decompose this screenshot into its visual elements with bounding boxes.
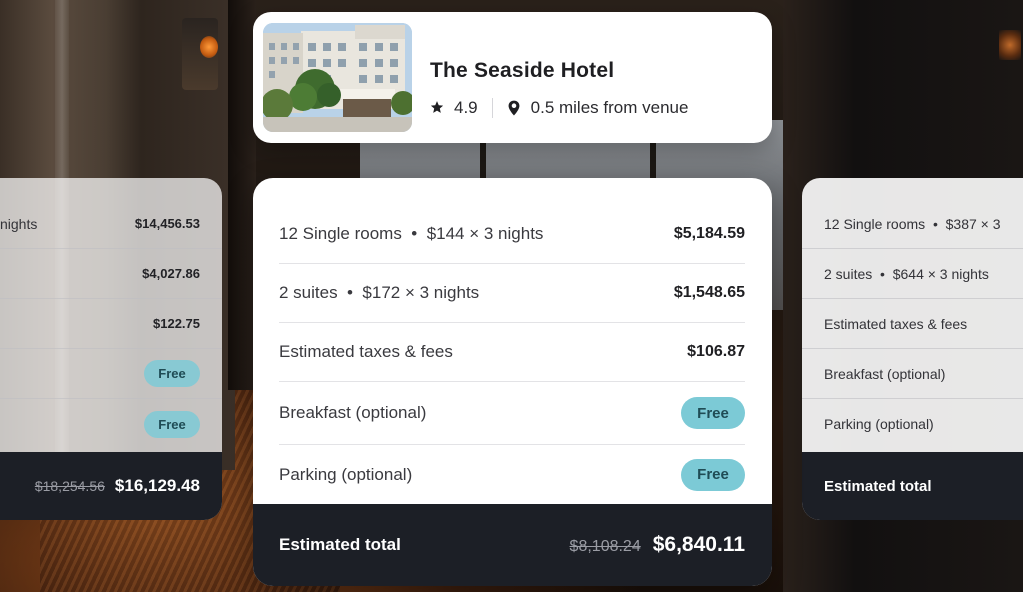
discounted-total: $16,129.48: [114, 476, 200, 495]
row-label: Breakfast (optional): [279, 403, 427, 422]
star-icon: [430, 100, 446, 116]
original-total: $18,254.56: [34, 478, 105, 494]
row-amount: $5,184.59: [673, 225, 745, 242]
row-label: Parking (optional): [824, 416, 934, 432]
free-badge: Free: [681, 397, 745, 429]
row-label: Breakfast (optional): [824, 365, 946, 382]
price-row: nights $14,456.53: [0, 199, 222, 249]
total-label: Estimated total: [824, 477, 932, 495]
price-row-breakfast: Breakfast (optional) Free: [279, 382, 745, 445]
hotel-distance: 0.5 miles from venue: [530, 98, 689, 117]
price-breakdown-card: 12 Single rooms • $144 × 3 nights $5,184…: [253, 178, 772, 586]
hotel-name: The Seaside Hotel: [430, 59, 615, 82]
price-row: $122.75: [0, 299, 222, 349]
price-row: 12 Single rooms • $387 × 3: [802, 199, 1023, 249]
row-label: nights: [0, 215, 38, 232]
total-bar: Estimated total: [802, 452, 1023, 520]
row-amount: $14,456.53: [134, 216, 200, 231]
row-label: 2 suites • $172 × 3 nights: [279, 283, 480, 302]
location-pin-icon: [507, 100, 523, 116]
meta-divider: [491, 98, 493, 118]
price-row-suites: 2 suites • $172 × 3 nights $1,548.65: [279, 264, 745, 323]
estimated-total-bar: Estimated total $8,108.24 $6,840.11: [253, 504, 772, 586]
total-bar: $18,254.56 $16,129.48: [0, 452, 222, 520]
price-row-parking: Parking (optional) Free: [279, 445, 745, 504]
price-row-taxes: Estimated taxes & fees $106.87: [279, 323, 745, 382]
total-values: $8,108.24 $6,840.11: [570, 533, 745, 557]
hotel-photo: [263, 23, 412, 132]
price-row: Parking (optional): [802, 399, 1023, 449]
row-label: Estimated taxes & fees: [279, 342, 453, 361]
free-badge: Free: [681, 458, 745, 491]
price-row-single-rooms: 12 Single rooms • $144 × 3 nights $5,184…: [279, 205, 745, 264]
row-amount: $106.87: [687, 343, 745, 360]
row-label: Estimated taxes & fees: [824, 315, 968, 332]
price-row: Free: [0, 349, 222, 399]
price-row: Estimated taxes & fees: [802, 299, 1023, 349]
quote-card-left: nights $14,456.53 $4,027.86 $122.75 Free…: [0, 178, 222, 520]
price-row: Free: [0, 399, 222, 449]
free-badge: Free: [144, 360, 200, 387]
row-label: 2 suites • $644 × 3 nights: [824, 265, 989, 282]
discounted-total: $6,840.11: [652, 533, 745, 556]
row-label: 12 Single rooms • $144 × 3 nights: [279, 224, 544, 243]
wall-lamp-image: [182, 18, 218, 90]
price-row: 2 suites • $644 × 3 nights: [802, 249, 1023, 299]
row-amount: $122.75: [153, 316, 200, 331]
hotel-card[interactable]: The Seaside Hotel 4.9 0.5 miles from ven…: [253, 12, 772, 143]
row-label: Parking (optional): [279, 464, 413, 484]
quote-card-right: 12 Single rooms • $387 × 3 2 suites • $6…: [802, 178, 1023, 520]
original-total: $8,108.24: [569, 538, 641, 555]
hotel-rating: 4.9: [454, 98, 478, 117]
row-label: 12 Single rooms • $387 × 3: [824, 215, 1001, 232]
hotel-meta: 4.9 0.5 miles from venue: [430, 98, 688, 118]
price-row: Breakfast (optional): [802, 349, 1023, 399]
row-amount: $4,027.86: [142, 266, 200, 281]
row-amount: $1,548.65: [673, 284, 745, 301]
price-row: $4,027.86: [0, 249, 222, 299]
free-badge: Free: [144, 410, 200, 438]
total-label: Estimated total: [279, 535, 401, 554]
